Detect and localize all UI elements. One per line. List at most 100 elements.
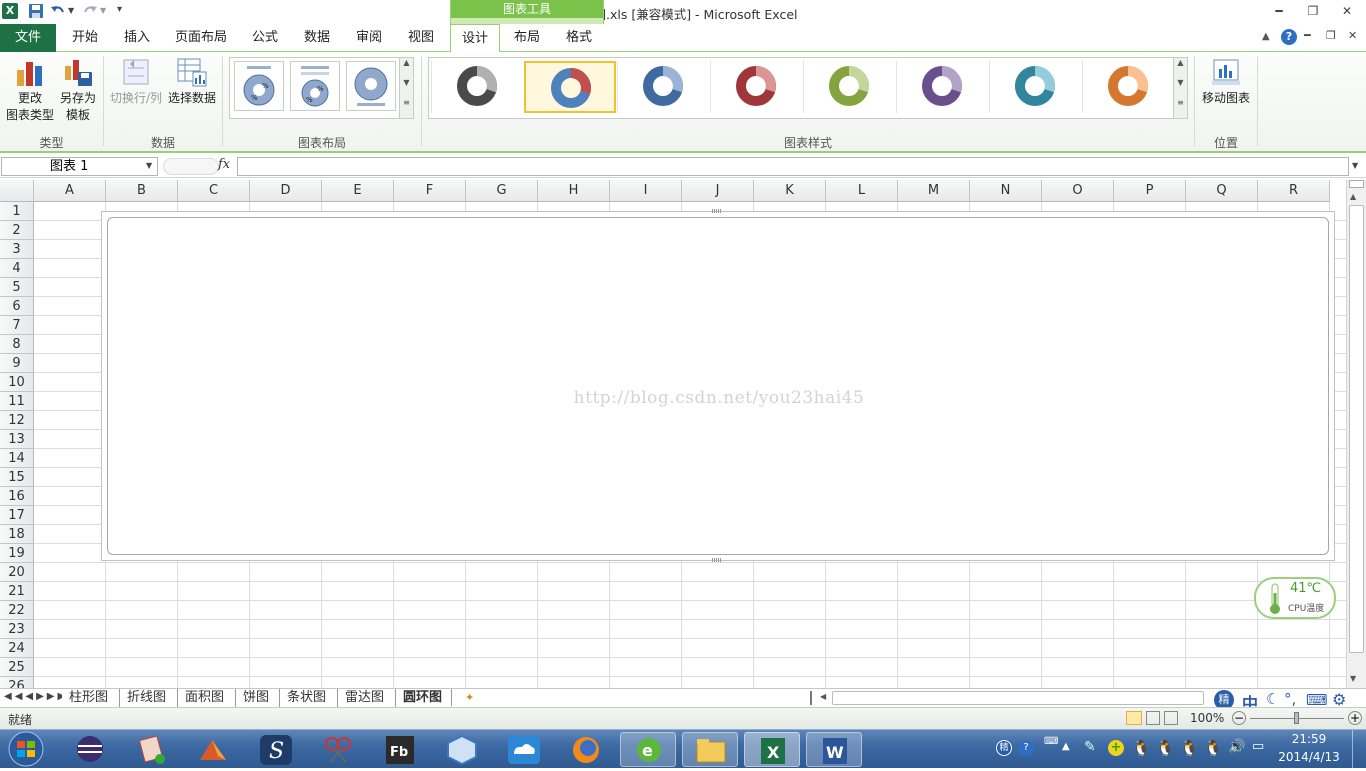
- row-header-11[interactable]: 11: [0, 392, 34, 411]
- formula-bar-divider-handle[interactable]: [163, 158, 219, 175]
- page-layout-view-button[interactable]: [1146, 711, 1160, 725]
- tray-ime-icon[interactable]: 精: [996, 740, 1012, 756]
- tab-format[interactable]: 格式: [556, 24, 602, 52]
- sheet-nav-buttons[interactable]: ◀◀◀▶▶▶: [4, 691, 68, 702]
- row-header-12[interactable]: 12: [0, 411, 34, 430]
- tray-qq-icon-2[interactable]: 🐧: [1156, 739, 1175, 757]
- row-header-26[interactable]: 26: [0, 677, 34, 688]
- hscroll-left-icon[interactable]: ◀: [820, 692, 826, 701]
- row-header-19[interactable]: 19: [0, 544, 34, 563]
- chart-area[interactable]: http://blog.csdn.net/you23hai45: [107, 217, 1329, 555]
- column-header-h[interactable]: H: [538, 180, 610, 202]
- taskbar-cloud-icon[interactable]: [496, 732, 552, 767]
- insert-function-button[interactable]: fx: [218, 157, 230, 172]
- help-icon[interactable]: ?: [1281, 29, 1297, 45]
- tray-show-hidden-icon[interactable]: ▲: [1062, 741, 1070, 752]
- column-header-n[interactable]: N: [970, 180, 1042, 202]
- sheet-tab-4[interactable]: 饼图: [236, 689, 280, 707]
- column-header-c[interactable]: C: [178, 180, 250, 202]
- column-header-j[interactable]: J: [682, 180, 754, 202]
- vertical-scrollbar[interactable]: ▲ ▼: [1346, 180, 1366, 688]
- close-button[interactable]: ✕: [1334, 2, 1360, 20]
- taskbar-matlab-icon[interactable]: [186, 732, 242, 767]
- expand-formula-bar-icon[interactable]: ▼: [1352, 161, 1358, 170]
- tray-qq-icon-4[interactable]: 🐧: [1204, 739, 1223, 757]
- show-desktop-button[interactable]: [1352, 730, 1366, 769]
- row-header-24[interactable]: 24: [0, 639, 34, 658]
- donut-chart-object[interactable]: http://blog.csdn.net/you23hai45: [101, 209, 1335, 562]
- minimize-button[interactable]: ━: [1266, 2, 1292, 20]
- row-header-1[interactable]: 1: [0, 202, 34, 221]
- tab-page-layout[interactable]: 页面布局: [166, 24, 236, 52]
- tab-data[interactable]: 数据: [294, 24, 340, 52]
- styles-gallery-scroll-up[interactable]: ▲: [1173, 58, 1187, 78]
- tab-view[interactable]: 视图: [398, 24, 444, 52]
- chart-resize-handle-top[interactable]: [712, 209, 721, 213]
- taskbar-word-icon[interactable]: W: [806, 732, 862, 767]
- name-box-dropdown-icon[interactable]: ▼: [146, 161, 152, 170]
- layout-gallery-scroll-up[interactable]: ▲: [399, 58, 413, 78]
- row-header-14[interactable]: 14: [0, 449, 34, 468]
- taskbar-browser-icon[interactable]: e: [620, 732, 676, 767]
- ime-moon-icon[interactable]: ☾: [1266, 690, 1279, 708]
- tab-review[interactable]: 审阅: [346, 24, 392, 52]
- row-header-16[interactable]: 16: [0, 487, 34, 506]
- tray-help-icon[interactable]: ?: [1018, 740, 1034, 756]
- restore-button[interactable]: ❐: [1300, 2, 1326, 20]
- column-header-f[interactable]: F: [394, 180, 466, 202]
- row-header-23[interactable]: 23: [0, 620, 34, 639]
- zoom-level[interactable]: 100%: [1190, 711, 1224, 725]
- doc-minimize-button[interactable]: ━: [1304, 29, 1311, 42]
- taskbar-app-s-icon[interactable]: S: [248, 732, 304, 767]
- sheet-tab-2[interactable]: 折线图: [120, 689, 178, 707]
- column-header-g[interactable]: G: [466, 180, 538, 202]
- save-as-template-button[interactable]: 另存为 模板: [56, 56, 100, 124]
- taskbar-flashbuilder-icon[interactable]: Fb: [372, 732, 428, 767]
- row-header-10[interactable]: 10: [0, 373, 34, 392]
- start-button[interactable]: [4, 731, 48, 768]
- scroll-thumb[interactable]: [1349, 205, 1364, 653]
- move-chart-button[interactable]: 移动图表: [1200, 56, 1252, 107]
- row-header-21[interactable]: 21: [0, 582, 34, 601]
- taskbar-virtualbox-icon[interactable]: [434, 732, 490, 767]
- insert-sheet-icon[interactable]: ✦: [465, 691, 483, 705]
- row-header-15[interactable]: 15: [0, 468, 34, 487]
- tab-split-handle[interactable]: [810, 691, 818, 705]
- column-header-m[interactable]: M: [898, 180, 970, 202]
- zoom-slider-thumb[interactable]: [1294, 712, 1299, 724]
- row-header-4[interactable]: 4: [0, 259, 34, 278]
- formula-input[interactable]: [237, 157, 1349, 176]
- doc-close-button[interactable]: ✕: [1348, 29, 1357, 42]
- layout-option-2[interactable]: %%: [290, 61, 340, 111]
- taskbar-eclipse-icon[interactable]: [62, 732, 118, 767]
- tray-clock-time[interactable]: 21:59: [1278, 732, 1340, 746]
- normal-view-button[interactable]: [1126, 711, 1142, 725]
- sheet-tab-3[interactable]: 面积图: [178, 689, 236, 707]
- column-header-o[interactable]: O: [1042, 180, 1114, 202]
- chart-style-7[interactable]: [989, 61, 1081, 113]
- tab-home[interactable]: 开始: [62, 24, 108, 52]
- tab-formulas[interactable]: 公式: [242, 24, 288, 52]
- row-header-13[interactable]: 13: [0, 430, 34, 449]
- styles-gallery-scroll-down[interactable]: ▼: [1173, 78, 1187, 98]
- taskbar-firefox-icon[interactable]: [558, 732, 614, 767]
- chart-style-1[interactable]: [431, 61, 523, 113]
- row-header-7[interactable]: 7: [0, 316, 34, 335]
- row-header-6[interactable]: 6: [0, 297, 34, 316]
- tray-qq-icon-1[interactable]: 🐧: [1132, 739, 1151, 757]
- sheet-tab-6[interactable]: 雷达图: [338, 689, 396, 707]
- row-header-2[interactable]: 2: [0, 221, 34, 240]
- select-all-corner[interactable]: [0, 180, 34, 202]
- ribbon-collapse-icon[interactable]: ▲: [1262, 31, 1270, 42]
- chart-style-5[interactable]: [803, 61, 895, 113]
- row-header-25[interactable]: 25: [0, 658, 34, 677]
- column-header-l[interactable]: L: [826, 180, 898, 202]
- row-header-20[interactable]: 20: [0, 563, 34, 582]
- tray-clock-date[interactable]: 2014/4/13: [1278, 750, 1340, 764]
- name-box[interactable]: 图表 1: [1, 157, 158, 176]
- layout-option-3[interactable]: [346, 61, 396, 111]
- doc-restore-button[interactable]: ❐: [1326, 29, 1336, 42]
- column-header-p[interactable]: P: [1114, 180, 1186, 202]
- row-header-3[interactable]: 3: [0, 240, 34, 259]
- column-header-k[interactable]: K: [754, 180, 826, 202]
